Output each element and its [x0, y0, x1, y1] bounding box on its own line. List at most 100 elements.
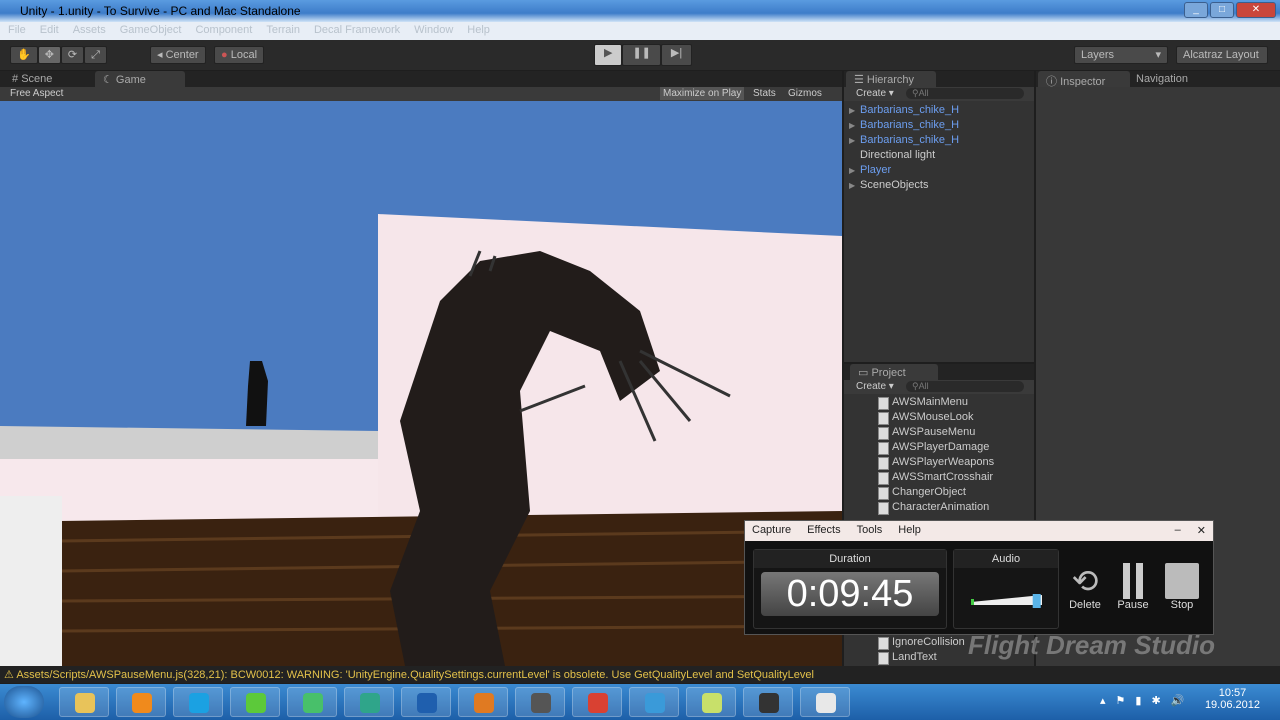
recorder-menu: Capture Effects Tools Help – ✕ — [745, 521, 1213, 541]
clock[interactable]: 10:57 19.06.2012 — [1205, 687, 1260, 711]
taskbar-messenger-button[interactable] — [287, 687, 337, 717]
taskbar-app-button[interactable] — [344, 687, 394, 717]
taskbar-notes-button[interactable] — [686, 687, 736, 717]
hierarchy-item[interactable]: ▶ Player — [844, 163, 1034, 178]
taskbar-photoshop-button[interactable] — [401, 687, 451, 717]
maximize-on-play-toggle[interactable]: Maximize on Play — [660, 87, 745, 100]
create-label: Create — [856, 381, 887, 392]
menu-gameobject[interactable]: GameObject — [120, 24, 182, 38]
menu-terrain[interactable]: Terrain — [266, 24, 300, 38]
pause-button[interactable]: ❚❚ — [622, 44, 661, 66]
expand-arrow-icon[interactable]: ▶ — [849, 178, 855, 193]
taskbar-blender-button[interactable] — [458, 687, 508, 717]
project-item[interactable]: AWSPlayerDamage — [844, 440, 1034, 455]
taskbar-chrome-button[interactable] — [572, 687, 622, 717]
hierarchy-item-label: Barbarians_chike_H — [860, 104, 960, 116]
pivot-center-button[interactable]: ◂ Center — [150, 46, 206, 64]
tab-game[interactable]: ☾ Game — [95, 71, 185, 87]
menu-decal-framework[interactable]: Decal Framework — [314, 24, 400, 38]
audio-box: Audio — [953, 549, 1059, 629]
project-create-button[interactable]: Create ▾ — [856, 381, 894, 392]
move-tool-icon[interactable]: ✥ — [37, 46, 61, 64]
hierarchy-tabbar: ☰ Hierarchy — [844, 71, 1034, 87]
tab-hierarchy[interactable]: ☰ Hierarchy — [846, 71, 936, 87]
project-item[interactable]: AWSPlayerWeapons — [844, 455, 1034, 470]
taskbar-app-button[interactable] — [629, 687, 679, 717]
layout-dropdown[interactable]: Alcatraz Layout — [1176, 46, 1268, 64]
project-item[interactable]: AWSPauseMenu — [844, 425, 1034, 440]
menu-tools[interactable]: Tools — [857, 524, 883, 538]
expand-arrow-icon[interactable]: ▶ — [849, 163, 855, 178]
taskbar-skype-button[interactable] — [173, 687, 223, 717]
taskbar-app-button[interactable] — [800, 687, 850, 717]
menu-component[interactable]: Component — [195, 24, 252, 38]
expand-arrow-icon[interactable]: ▶ — [849, 118, 855, 133]
taskbar-vlc-button[interactable] — [116, 687, 166, 717]
minimize-button[interactable]: _ — [1184, 2, 1208, 18]
tab-navigation[interactable]: Navigation — [1128, 71, 1196, 87]
layers-dropdown[interactable]: Layers ▾ — [1074, 46, 1168, 64]
menu-window[interactable]: Window — [414, 24, 453, 38]
gizmos-dropdown[interactable]: Gizmos — [788, 88, 822, 99]
hierarchy-item[interactable]: ▶ Barbarians_chike_H — [844, 133, 1034, 148]
hierarchy-item[interactable]: ▶ Barbarians_chike_H — [844, 103, 1034, 118]
menu-edit[interactable]: Edit — [40, 24, 59, 38]
tab-project[interactable]: ▭ Project — [850, 364, 938, 380]
hierarchy-item[interactable]: ▶ Barbarians_chike_H — [844, 118, 1034, 133]
hierarchy-create-button[interactable]: Create ▾ — [856, 88, 894, 99]
start-button[interactable] — [4, 686, 44, 718]
tab-inspector[interactable]: ⓘ Inspector — [1038, 71, 1130, 88]
close-button[interactable]: ✕ — [1236, 2, 1276, 18]
recorder-minimize-button[interactable]: – — [1175, 524, 1181, 538]
menu-file[interactable]: File — [8, 24, 26, 38]
hierarchy-item-label: Barbarians_chike_H — [860, 119, 960, 131]
menu-help[interactable]: Help — [467, 24, 490, 38]
project-item[interactable]: AWSMainMenu — [844, 395, 1034, 410]
project-item[interactable]: AWSSmartCrosshair — [844, 470, 1034, 485]
project-item[interactable]: CharacterAnimation — [844, 500, 1034, 515]
hand-tool-icon[interactable]: ✋ — [10, 46, 38, 64]
console-status-bar[interactable]: ⚠ Assets/Scripts/AWSPauseMenu.js(328,21)… — [0, 666, 1280, 683]
menu-help[interactable]: Help — [898, 524, 921, 538]
menu-assets[interactable]: Assets — [73, 24, 106, 38]
expand-arrow-icon[interactable]: ▶ — [849, 103, 855, 118]
audio-level-slider[interactable] — [954, 568, 1058, 628]
hierarchy-item[interactable]: Directional light — [844, 148, 1034, 163]
pause-label: Pause — [1117, 599, 1149, 611]
rotate-tool-icon[interactable]: ⟳ — [60, 46, 85, 64]
project-item[interactable]: ChangerObject — [844, 485, 1034, 500]
menu-effects[interactable]: Effects — [807, 524, 840, 538]
play-button[interactable]: ▶ — [594, 44, 623, 66]
tab-scene-label: Scene — [21, 73, 53, 85]
expand-arrow-icon[interactable]: ▶ — [849, 133, 855, 148]
hierarchy-search-input[interactable]: ⚲All — [906, 88, 1024, 99]
space-label: Local — [230, 49, 258, 61]
taskbar-camera-button[interactable] — [743, 687, 793, 717]
delete-button[interactable]: ⟲ Delete — [1065, 563, 1105, 611]
game-view[interactable] — [0, 101, 842, 666]
project-search-input[interactable]: ⚲All — [906, 381, 1024, 392]
step-button[interactable]: ▶| — [660, 44, 693, 66]
stop-icon — [1165, 563, 1199, 599]
tab-scene[interactable]: # Scene — [4, 71, 60, 87]
show-hidden-icons[interactable]: ▴ — [1100, 694, 1106, 707]
hierarchy-item[interactable]: ▶ SceneObjects — [844, 178, 1034, 193]
pause-record-button[interactable]: Pause — [1113, 563, 1153, 611]
power-icon[interactable]: ▮ — [1135, 694, 1141, 707]
taskbar-icq-button[interactable] — [230, 687, 280, 717]
recorder-close-button[interactable]: ✕ — [1197, 524, 1206, 538]
volume-icon[interactable]: 🔊 — [1171, 694, 1185, 707]
pivot-local-button[interactable]: ● Local — [214, 46, 265, 64]
stop-button[interactable]: Stop — [1162, 563, 1202, 611]
aspect-dropdown[interactable]: Free Aspect — [10, 88, 63, 99]
game-scene-render — [0, 214, 842, 666]
project-item[interactable]: AWSMouseLook — [844, 410, 1034, 425]
taskbar-unity-button[interactable] — [515, 687, 565, 717]
taskbar-explorer-button[interactable] — [59, 687, 109, 717]
stats-toggle[interactable]: Stats — [753, 88, 776, 99]
network-icon[interactable]: ✱ — [1151, 694, 1160, 707]
menu-capture[interactable]: Capture — [752, 524, 791, 538]
action-center-icon[interactable]: ⚑ — [1116, 694, 1126, 707]
maximize-button[interactable]: □ — [1210, 2, 1234, 18]
scale-tool-icon[interactable]: ⤢ — [84, 46, 107, 64]
